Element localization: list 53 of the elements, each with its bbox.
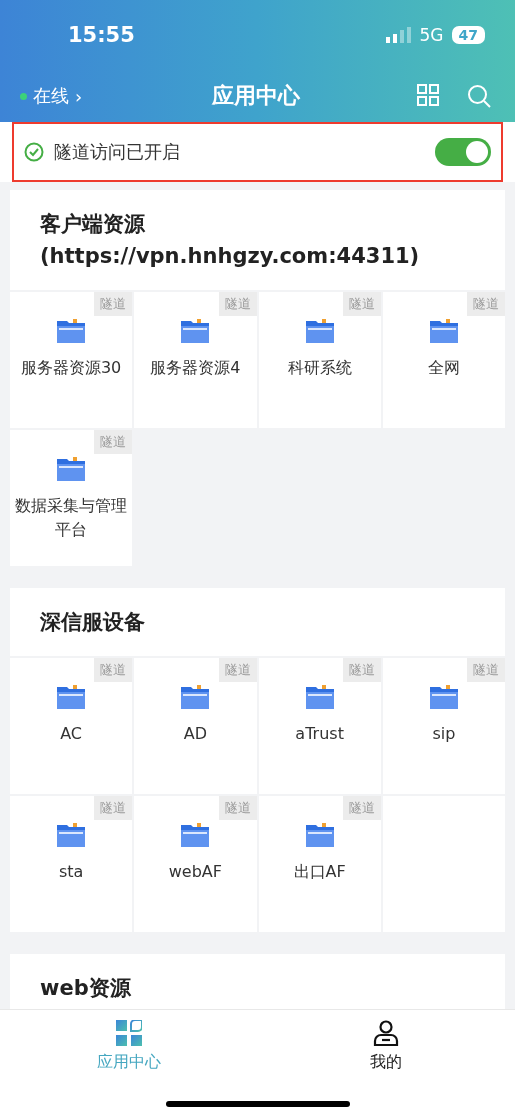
tunnel-tag: 隧道 (218, 796, 257, 820)
tunnel-tag: 隧道 (467, 658, 505, 682)
folder-icon (180, 318, 211, 344)
resource-tile[interactable]: 隧道 全网 (382, 292, 505, 428)
section-title: 深信服设备 (39, 609, 146, 636)
resource-tile[interactable]: 隧道 AC (10, 658, 133, 794)
tunnel-tag: 隧道 (467, 292, 505, 316)
resource-tile[interactable]: 隧道 sip (382, 658, 505, 794)
section-title: web资源 (39, 975, 132, 1002)
tunnel-tag: 隧道 (94, 430, 133, 454)
online-status[interactable]: 在线 › (20, 84, 170, 108)
tunnel-tag: 隧道 (94, 796, 133, 820)
folder-icon (428, 318, 459, 344)
section-title: 客户端资源(https://vpn.hnhgzy.com:44311) (39, 211, 421, 270)
resource-tile[interactable]: 隧道 数据采集与管理平台 (10, 430, 133, 566)
tunnel-tag: 隧道 (342, 292, 381, 316)
grid-icon[interactable] (417, 84, 439, 106)
folder-icon (56, 822, 87, 848)
tunnel-status-label: 隧道访问已开启 (54, 140, 181, 164)
resource-tile[interactable]: 隧道 aTrust (258, 658, 381, 794)
resource-tile[interactable]: 隧道 AD (134, 658, 257, 794)
tunnel-tag: 隧道 (94, 658, 133, 682)
tunnel-tag: 隧道 (342, 796, 381, 820)
search-icon[interactable] (467, 84, 491, 108)
tunnel-tag: 隧道 (218, 658, 257, 682)
resource-tile[interactable]: 隧道 服务器资源4 (134, 292, 257, 428)
resource-tile[interactable]: 隧道 出口AF (258, 796, 381, 932)
tunnel-tag: 隧道 (94, 292, 133, 316)
clock: 15:55 (68, 23, 136, 47)
folder-icon (56, 684, 87, 710)
signal-icon (385, 27, 412, 43)
folder-icon (180, 684, 211, 710)
person-icon (373, 1020, 400, 1046)
folder-icon (304, 684, 335, 710)
tunnel-tag: 隧道 (342, 658, 381, 682)
resource-tile[interactable]: 隧道 科研系统 (258, 292, 381, 428)
resource-tile[interactable]: 隧道 服务器资源30 (10, 292, 133, 428)
page-title: 应用中心 (210, 82, 301, 110)
resource-tile[interactable]: 隧道 webAF (134, 796, 257, 932)
folder-icon (304, 318, 335, 344)
folder-icon (428, 684, 459, 710)
apps-icon (115, 1020, 142, 1046)
tunnel-toggle[interactable] (435, 138, 491, 166)
tunnel-tag: 隧道 (218, 292, 257, 316)
check-circle-icon (24, 142, 44, 162)
folder-icon (56, 318, 87, 344)
folder-icon (180, 822, 211, 848)
resource-tile[interactable]: 隧道 sta (10, 796, 133, 932)
battery-indicator: 47 (451, 26, 485, 44)
network-label: 5G (419, 25, 444, 45)
tab[interactable]: 我的 (257, 1020, 515, 1073)
folder-icon (56, 456, 87, 482)
folder-icon (304, 822, 335, 848)
